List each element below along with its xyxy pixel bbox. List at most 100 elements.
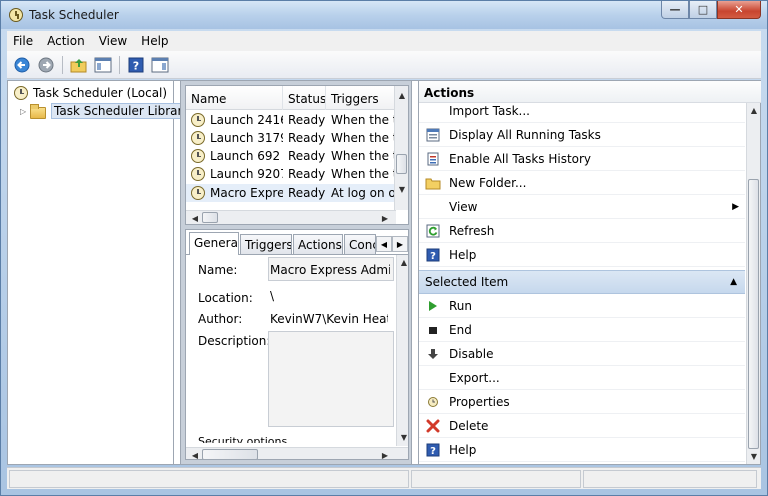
toolbar-separator (119, 55, 120, 74)
action-label: View (449, 199, 478, 214)
action-label: Properties (449, 394, 510, 409)
tree-library-label: Task Scheduler Library (51, 103, 193, 119)
console-tree-button[interactable] (92, 54, 114, 76)
status-segment (411, 470, 581, 488)
author-value: KevinW7\Kevin Heaton (270, 312, 388, 326)
task-list: Name Status Triggers Launch 2416 Ready W… (185, 85, 409, 225)
menu-file[interactable]: File (13, 34, 33, 48)
selected-item-section-header[interactable]: Selected Item ▲ (419, 270, 745, 294)
task-clock-icon (191, 113, 205, 127)
table-row[interactable]: Launch 9207 Ready When the ta (186, 165, 396, 183)
column-header-triggers[interactable]: Triggers (326, 86, 396, 110)
action-help-selected[interactable]: ? Help (419, 438, 745, 462)
details-horizontal-scrollbar[interactable]: ◀ ▶ (186, 447, 408, 460)
action-properties[interactable]: Properties (419, 390, 745, 414)
action-label: Import Task... (449, 103, 530, 118)
submenu-arrow-icon: ▶ (732, 201, 739, 212)
column-header-status[interactable]: Status (283, 86, 326, 110)
history-icon (425, 151, 441, 167)
close-button[interactable]: ✕ (717, 1, 761, 19)
scroll-left-icon[interactable]: ◀ (188, 448, 202, 460)
scroll-down-icon[interactable]: ▼ (747, 449, 761, 463)
action-label: Refresh (449, 223, 495, 238)
menu-view[interactable]: View (99, 34, 127, 48)
task-list-header: Name Status Triggers (186, 86, 396, 110)
details-vertical-scrollbar[interactable]: ▲ ▼ (396, 255, 408, 446)
menu-action[interactable]: Action (47, 34, 85, 48)
tree-item-library[interactable]: ▷ Task Scheduler Library (20, 102, 193, 120)
action-refresh[interactable]: Refresh (419, 219, 745, 243)
minimize-button[interactable]: — (661, 1, 689, 19)
help-toolbar-button[interactable]: ? (125, 54, 147, 76)
forward-icon (38, 57, 54, 72)
expand-arrow-icon[interactable]: ▷ (20, 107, 30, 116)
action-disable[interactable]: Disable (419, 342, 745, 366)
toolbar: ? (7, 51, 761, 79)
scroll-thumb[interactable] (396, 154, 407, 174)
status-segment (9, 470, 409, 488)
scroll-down-icon[interactable]: ▼ (395, 182, 408, 196)
action-export[interactable]: Export... (419, 366, 745, 390)
task-list-vertical-scrollbar[interactable]: ▲ ▼ (394, 86, 408, 210)
action-display-running-tasks[interactable]: Display All Running Tasks (419, 123, 745, 147)
scroll-thumb[interactable] (202, 212, 218, 223)
action-delete[interactable]: Delete (419, 414, 745, 438)
up-folder-button[interactable] (68, 54, 90, 76)
scroll-up-icon[interactable]: ▲ (395, 88, 408, 102)
scroll-right-icon[interactable]: ▶ (378, 211, 392, 224)
help-icon: ? (425, 442, 441, 458)
tree-root-label: Task Scheduler (Local) (33, 86, 168, 100)
action-view[interactable]: View ▶ (419, 195, 745, 219)
collapse-arrow-icon[interactable]: ▲ (730, 277, 737, 287)
title-bar[interactable]: Task Scheduler — □ ✕ (1, 1, 767, 29)
tab-general[interactable]: General (189, 232, 239, 255)
folder-clock-icon (30, 103, 46, 119)
menu-help[interactable]: Help (141, 34, 168, 48)
maximize-button[interactable]: □ (689, 1, 717, 19)
description-field[interactable] (268, 331, 394, 427)
tab-conditions[interactable]: Conc (344, 234, 376, 254)
toolbar-separator (62, 55, 63, 74)
table-row[interactable]: Launch 2416 Ready When the ta (186, 111, 396, 129)
action-import-task[interactable]: Import Task... (419, 99, 745, 123)
show-hide-console-tree-icon (94, 57, 112, 72)
tab-triggers[interactable]: Triggers (240, 234, 292, 254)
table-row[interactable]: Macro Expre... Ready At log on of (186, 184, 396, 202)
main-content: Task Scheduler (Local) ▷ Task Scheduler … (7, 80, 761, 465)
running-tasks-icon (425, 127, 441, 143)
scroll-down-icon[interactable]: ▼ (397, 430, 408, 444)
column-header-name[interactable]: Name (186, 86, 283, 110)
scroll-thumb[interactable] (748, 179, 759, 449)
task-name-cell: Launch 3179 (210, 131, 283, 145)
task-clock-icon (191, 131, 205, 145)
task-scheduler-window: Task Scheduler — □ ✕ File Action View He… (0, 0, 768, 496)
scroll-up-icon[interactable]: ▲ (747, 103, 761, 117)
action-end[interactable]: End (419, 318, 745, 342)
back-button[interactable] (11, 54, 33, 76)
tree-item-root[interactable]: Task Scheduler (Local) (14, 84, 167, 102)
action-pane-button[interactable] (149, 54, 171, 76)
action-enable-tasks-history[interactable]: Enable All Tasks History (419, 147, 745, 171)
action-run[interactable]: Run (419, 294, 745, 318)
action-help[interactable]: ? Help (419, 243, 745, 267)
actions-vertical-scrollbar[interactable]: ▲ ▼ (746, 103, 760, 464)
table-row[interactable]: Launch 3179 Ready When the ta (186, 129, 396, 147)
task-list-horizontal-scrollbar[interactable]: ◀ ▶ (186, 210, 396, 224)
tab-scroll-right-icon[interactable]: ▶ (392, 236, 408, 252)
scroll-left-icon[interactable]: ◀ (188, 211, 202, 224)
action-label: Export... (449, 370, 500, 385)
action-label: Run (449, 298, 473, 313)
scroll-up-icon[interactable]: ▲ (397, 255, 408, 269)
folder-icon (425, 175, 441, 191)
actions-pane: Actions Import Task... Display All Runni… (418, 81, 761, 464)
clock-icon (14, 86, 28, 100)
action-new-folder[interactable]: New Folder... (419, 171, 745, 195)
scroll-thumb[interactable] (202, 449, 258, 459)
console-tree: Task Scheduler (Local) ▷ Task Scheduler … (8, 81, 193, 464)
table-row[interactable]: Launch 692 Ready When the ta (186, 147, 396, 165)
task-status-cell: Ready (288, 131, 326, 145)
tab-actions[interactable]: Actions (293, 234, 343, 254)
tab-scroll-left-icon[interactable]: ◀ (376, 236, 392, 252)
forward-button[interactable] (35, 54, 57, 76)
scroll-right-icon[interactable]: ▶ (378, 448, 392, 460)
